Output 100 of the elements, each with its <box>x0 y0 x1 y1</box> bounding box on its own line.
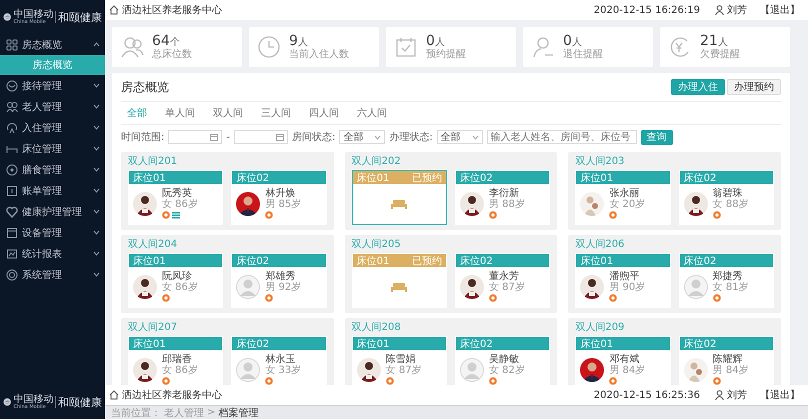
bed-card[interactable]: 床位02 翁碧珠 女 88岁 <box>678 170 774 225</box>
stat-value: 64 <box>152 32 170 49</box>
stat-value: 9 <box>289 32 298 49</box>
menu-item[interactable]: 老人管理 <box>0 96 105 117</box>
resident-name: 邓有斌 <box>609 355 640 365</box>
bed-label: 床位01 <box>133 172 166 184</box>
search-field[interactable]: 输入老人姓名、房间号、床位号 <box>486 130 637 144</box>
stat-label: 退住提醒 <box>563 49 603 60</box>
stat-value: 0 <box>563 32 572 49</box>
bed-card[interactable]: 床位02 吴静敏 女 82岁 <box>454 336 550 385</box>
room-name: 双人间206 <box>575 238 626 252</box>
resident-name: 邱瑞香 <box>162 355 192 365</box>
room-name: 双人间204 <box>128 238 178 252</box>
resident-info: 女 87岁 <box>386 366 422 376</box>
room-type-tab[interactable]: 单人间 <box>165 106 195 120</box>
resident-info: 女 86岁 <box>162 282 198 293</box>
action-button[interactable]: 办理预约 <box>727 79 781 95</box>
user-name: 刘芳 <box>727 388 747 402</box>
product-name: 和颐健康 <box>58 10 102 24</box>
stat-label: 当前入住人数 <box>289 49 349 60</box>
bed-card[interactable]: 床位02 董永芳 女 87岁 <box>454 253 550 308</box>
resident-info: 女 88岁 <box>712 200 749 210</box>
resident-name: 阮秀英 <box>162 189 192 199</box>
room-name: 双人间207 <box>128 321 178 335</box>
resident-name: 张永丽 <box>609 189 640 199</box>
status-dropdown[interactable]: 全部 <box>436 130 483 144</box>
menu-item[interactable]: 账单管理 <box>0 180 105 201</box>
filter-label: 办理状态: <box>389 130 433 144</box>
filter-label: 房间状态: <box>292 130 336 144</box>
room-type-tab[interactable]: 六人间 <box>357 106 387 120</box>
menu-item[interactable]: 入住管理 <box>0 117 105 138</box>
bed-card[interactable]: 床位01 张永丽 女 20岁 <box>575 170 671 225</box>
logout-link[interactable]: 【退出】 <box>760 388 800 402</box>
menu-item[interactable]: 房态概览 <box>0 34 105 55</box>
bed-label: 床位02 <box>684 254 716 268</box>
menu-item[interactable]: 膳食管理 <box>0 159 105 180</box>
room-type-tab[interactable]: 双人间 <box>213 106 243 120</box>
bed-label: 床位01 <box>356 254 390 268</box>
bed-label: 床位01 <box>133 254 166 268</box>
room-name: 双人间209 <box>575 321 626 335</box>
bed-label: 床位01 <box>356 338 390 350</box>
menu-item[interactable]: 接待管理 <box>0 75 105 96</box>
resident-name: 陈雪娟 <box>386 355 416 365</box>
bed-card[interactable]: 床位02 林升焕 男 85岁 <box>231 170 327 225</box>
bed-label: 床位01 <box>580 254 614 268</box>
bed-card[interactable]: 床位01 邓有斌 男 84岁 <box>575 336 671 385</box>
stat-value: 0 <box>426 32 435 49</box>
stat-unit: 人 <box>298 36 308 48</box>
bed-card[interactable]: 床位02 林永玉 女 33岁 <box>231 336 327 385</box>
breadcrumb-label: 当前位置： <box>111 406 161 419</box>
stat-unit: 人 <box>434 36 445 48</box>
room-name: 双人间203 <box>575 155 626 169</box>
resident-info: 女 86岁 <box>162 366 198 376</box>
room-type-tab[interactable]: 四人间 <box>309 106 339 120</box>
resident-info: 女 87岁 <box>488 282 525 293</box>
room-type-tab[interactable]: 三人间 <box>261 106 291 120</box>
date-time: 2020-12-15 16:26:19 <box>594 4 700 16</box>
bed-card[interactable]: 床位02 郑雄秀 男 92岁 <box>231 253 327 308</box>
bed-card[interactable]: 床位01 阮秀英 女 86岁 <box>128 170 224 225</box>
resident-info: 女 86岁 <box>162 200 198 210</box>
resident-name: 董永芳 <box>488 272 519 282</box>
room-name: 双人间202 <box>352 155 402 169</box>
site-name: 洒边社区养老服务中心 <box>122 388 222 402</box>
stat-label: 总床位数 <box>152 49 192 60</box>
bed-card[interactable]: 床位01 陈雪娟 女 87岁 <box>352 336 447 385</box>
bed-label: 床位01 <box>356 172 390 184</box>
bed-card[interactable]: 床位02 陈耀辉 男 84岁 <box>678 336 774 385</box>
stat-unit: 个 <box>170 36 180 48</box>
resident-info: 男 84岁 <box>712 366 749 376</box>
breadcrumb-item: 档案管理 <box>218 406 258 419</box>
date-time: 2020-12-15 16:25:36 <box>594 390 700 400</box>
resident-info: 女 82岁 <box>488 366 525 376</box>
resident-info: 男 84岁 <box>609 366 646 376</box>
bed-card[interactable]: 床位01 阮凤珍 女 86岁 <box>128 253 224 308</box>
bed-card[interactable]: 床位02 郑捷秀 女 81岁 <box>678 253 774 308</box>
brand-name: 中国移动 <box>13 394 54 404</box>
menu-item[interactable]: 设备管理 <box>0 222 105 243</box>
status-dropdown[interactable]: 全部 <box>339 130 386 144</box>
resident-name: 阮凤珍 <box>162 272 192 282</box>
logout-link[interactable]: 【退出】 <box>760 3 800 17</box>
menu-item[interactable]: 系统管理 <box>0 264 105 285</box>
bed-card[interactable]: 床位01 邱瑞香 女 86岁 <box>128 336 224 385</box>
bed-label: 床位02 <box>684 338 716 350</box>
bed-label: 床位02 <box>236 254 270 268</box>
menu-item[interactable]: 健康护理管理 <box>0 201 105 222</box>
resident-name: 李衍新 <box>488 189 519 199</box>
bed-card[interactable]: 床位02 李衍新 男 88岁 <box>454 170 550 225</box>
filter-label: 时间范围: <box>121 130 164 144</box>
breadcrumb-separator: > <box>207 407 216 418</box>
bed-label: 床位02 <box>236 172 270 184</box>
resident-name: 郑捷秀 <box>712 272 743 282</box>
resident-name: 翁碧珠 <box>712 189 743 199</box>
bed-card[interactable]: 床位01 潘煦平 男 90岁 <box>575 253 671 308</box>
resident-info: 女 81岁 <box>712 282 749 293</box>
resident-info: 男 90岁 <box>609 282 646 293</box>
resident-info: 女 20岁 <box>609 200 646 210</box>
bed-status: 已预约 <box>412 254 442 268</box>
stat-label: 欠费提醒 <box>700 49 740 60</box>
menu-item[interactable]: 统计报表 <box>0 243 105 264</box>
menu-item[interactable]: 床位管理 <box>0 138 105 159</box>
